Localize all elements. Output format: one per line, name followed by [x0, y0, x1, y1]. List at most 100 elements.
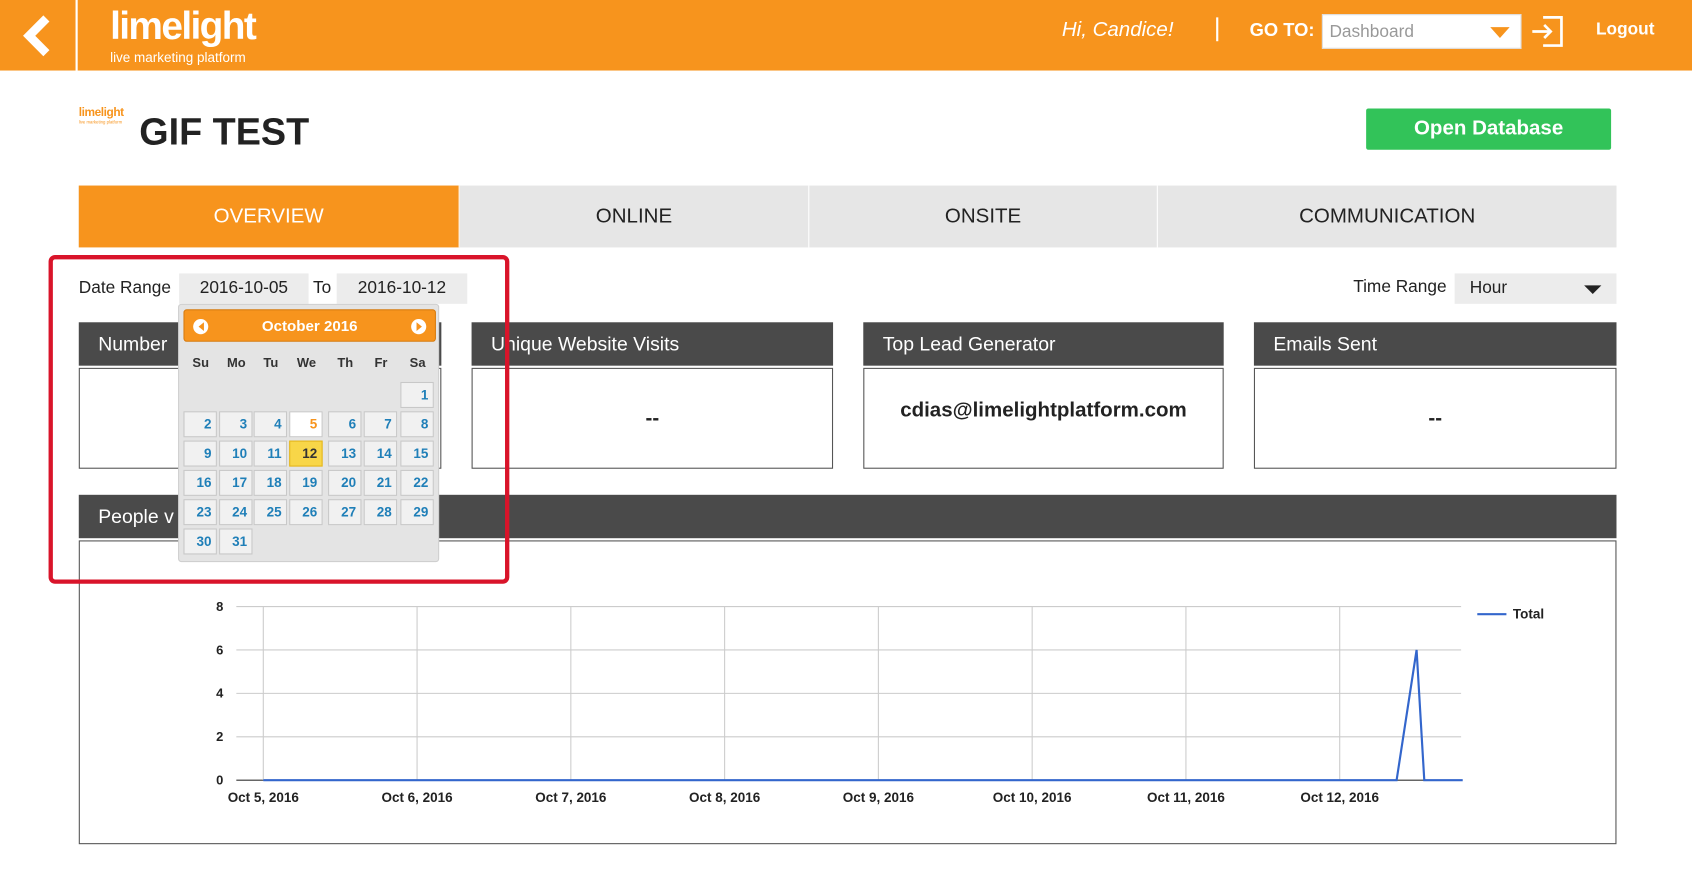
x-tick-label: Oct 8, 2016 — [689, 790, 761, 805]
arrow-right-icon — [415, 322, 422, 331]
card-unique-visits-value: -- — [471, 367, 834, 469]
tab-bar: OVERVIEW ONLINE ONSITE COMMUNICATION — [78, 185, 1617, 248]
line-chart: 0 2 4 6 8 Oct 5, 2016 Oct 6, 2016 Oct 7, 2016 Oc… — [216, 599, 1544, 805]
goto-select-value: Dashboard — [1329, 22, 1414, 42]
datepicker-prev-button[interactable] — [193, 319, 209, 335]
datepicker-day[interactable]: 15 — [400, 440, 434, 467]
datepicker-next-button[interactable] — [411, 319, 427, 335]
open-database-button[interactable]: Open Database — [1366, 108, 1612, 150]
logout-icon[interactable] — [1530, 14, 1565, 49]
datepicker-day[interactable]: 31 — [219, 528, 253, 555]
datepicker-day[interactable]: 12 — [289, 440, 323, 467]
header-divider — [1216, 17, 1219, 42]
weekday-label: Su — [192, 354, 209, 371]
datepicker-day[interactable]: 17 — [219, 469, 253, 496]
card-top-lead-value: cdias@limelightplatform.com — [863, 367, 1224, 469]
y-tick-label: 8 — [216, 599, 223, 614]
goto-select[interactable]: Dashboard — [1321, 14, 1522, 49]
series-line-total — [263, 649, 1463, 782]
datepicker-day[interactable]: 14 — [363, 440, 398, 467]
x-tick-label: Oct 5, 2016 — [228, 790, 300, 805]
chevron-down-icon — [1584, 285, 1602, 295]
datepicker-day[interactable]: 9 — [183, 440, 217, 467]
card-emails-sent-value: -- — [1253, 367, 1617, 469]
date-to-label: To — [312, 278, 332, 298]
datepicker-day[interactable]: 2 — [183, 411, 217, 438]
datepicker-day[interactable]: 29 — [400, 499, 434, 526]
weekday-label: Th — [337, 354, 354, 371]
tab-communication[interactable]: COMMUNICATION — [1158, 186, 1617, 248]
weekday-label: Mo — [226, 354, 246, 371]
brand-logo[interactable]: limelight live marketing platform — [110, 3, 257, 66]
y-tick-label: 0 — [216, 772, 223, 787]
brand-name: limelight — [110, 3, 257, 48]
y-tick-label: 6 — [216, 642, 223, 657]
datepicker-day[interactable]: 23 — [183, 499, 217, 526]
datepicker-header: October 2016 — [183, 309, 436, 342]
datepicker-day[interactable]: 27 — [328, 499, 362, 526]
time-range-value: Hour — [1469, 278, 1508, 298]
logout-link[interactable]: Logout — [1596, 21, 1654, 41]
arrow-left-icon — [198, 322, 204, 331]
time-range-label: Time Range — [1353, 277, 1447, 297]
datepicker-day[interactable]: 19 — [289, 469, 323, 496]
legend-label: Total — [1513, 606, 1544, 621]
x-tick-label: Oct 12, 2016 — [1300, 790, 1379, 805]
datepicker-day[interactable]: 13 — [328, 440, 362, 467]
datepicker-day[interactable]: 3 — [219, 411, 253, 438]
goto-label: GO TO: — [1249, 19, 1315, 41]
card-emails-sent-header: Emails Sent — [1253, 322, 1617, 366]
datepicker-day[interactable]: 1 — [400, 381, 434, 408]
datepicker-day[interactable]: 24 — [219, 499, 253, 526]
date-range-label: Date Range — [78, 278, 171, 298]
card-top-lead-header: Top Lead Generator — [863, 322, 1224, 366]
datepicker-day[interactable]: 28 — [363, 499, 398, 526]
user-greeting: Hi, Candice! — [1061, 18, 1174, 42]
x-tick-label: Oct 10, 2016 — [993, 790, 1072, 805]
weekday-label: Sa — [409, 354, 426, 371]
datepicker-day[interactable]: 5 — [289, 411, 323, 438]
x-tick-label: Oct 7, 2016 — [535, 790, 607, 805]
datepicker-popup: October 2016 Su Mo Tu We Th Fr Sa 1 2 3 4 5 6 7 8 9 10 1… — [178, 303, 440, 563]
people-chart: 0 2 4 6 8 Oct 5, 2016 Oct 6, 2016 Oct 7, 2016 Oc… — [78, 540, 1617, 845]
date-from-input[interactable]: 2016-10-05 — [179, 273, 309, 304]
weekday-label: Fr — [374, 354, 388, 371]
datepicker-day[interactable]: 6 — [328, 411, 362, 438]
project-logo: limelight live marketing platform — [79, 106, 124, 124]
page-title: GIF TEST — [139, 110, 310, 153]
tab-overview[interactable]: OVERVIEW — [78, 185, 460, 248]
datepicker-day[interactable]: 11 — [253, 440, 288, 467]
datepicker-day[interactable]: 10 — [219, 440, 253, 467]
time-range-select[interactable]: Hour — [1454, 273, 1617, 304]
datepicker-day[interactable]: 16 — [183, 469, 217, 496]
y-tick-label: 4 — [216, 686, 224, 701]
x-tick-label: Oct 9, 2016 — [843, 790, 915, 805]
tab-onsite[interactable]: ONSITE — [809, 185, 1158, 248]
datepicker-day[interactable]: 8 — [400, 411, 434, 438]
datepicker-day[interactable]: 21 — [363, 469, 398, 496]
datepicker-day[interactable]: 30 — [183, 528, 217, 555]
project-logo-brand: limelight — [78, 106, 124, 120]
tab-online[interactable]: ONLINE — [460, 185, 810, 248]
chevron-down-icon — [1490, 27, 1510, 38]
datepicker-day[interactable]: 4 — [253, 411, 288, 438]
weekday-label: Tu — [263, 354, 279, 371]
brand-tagline: live marketing platform — [110, 49, 246, 66]
back-button[interactable] — [0, 0, 78, 71]
x-tick-label: Oct 11, 2016 — [1147, 790, 1225, 805]
card-unique-visits-header: Unique Website Visits — [471, 322, 834, 366]
chevron-left-icon — [23, 14, 50, 56]
x-tick-label: Oct 6, 2016 — [381, 790, 453, 805]
project-logo-tagline: live marketing platform — [78, 119, 123, 125]
datepicker-day[interactable]: 20 — [328, 469, 362, 496]
top-bar: limelight live marketing platform Hi, Ca… — [0, 0, 1692, 71]
datepicker-day[interactable]: 25 — [253, 499, 288, 526]
datepicker-day[interactable]: 22 — [400, 469, 434, 496]
datepicker-day[interactable]: 26 — [289, 499, 323, 526]
y-tick-label: 2 — [216, 729, 223, 744]
datepicker-day[interactable]: 18 — [253, 469, 288, 496]
datepicker-month: October 2016 — [261, 316, 358, 335]
datepicker-day[interactable]: 7 — [363, 411, 398, 438]
date-to-input[interactable]: 2016-10-12 — [336, 273, 468, 304]
weekday-label: We — [296, 354, 317, 371]
